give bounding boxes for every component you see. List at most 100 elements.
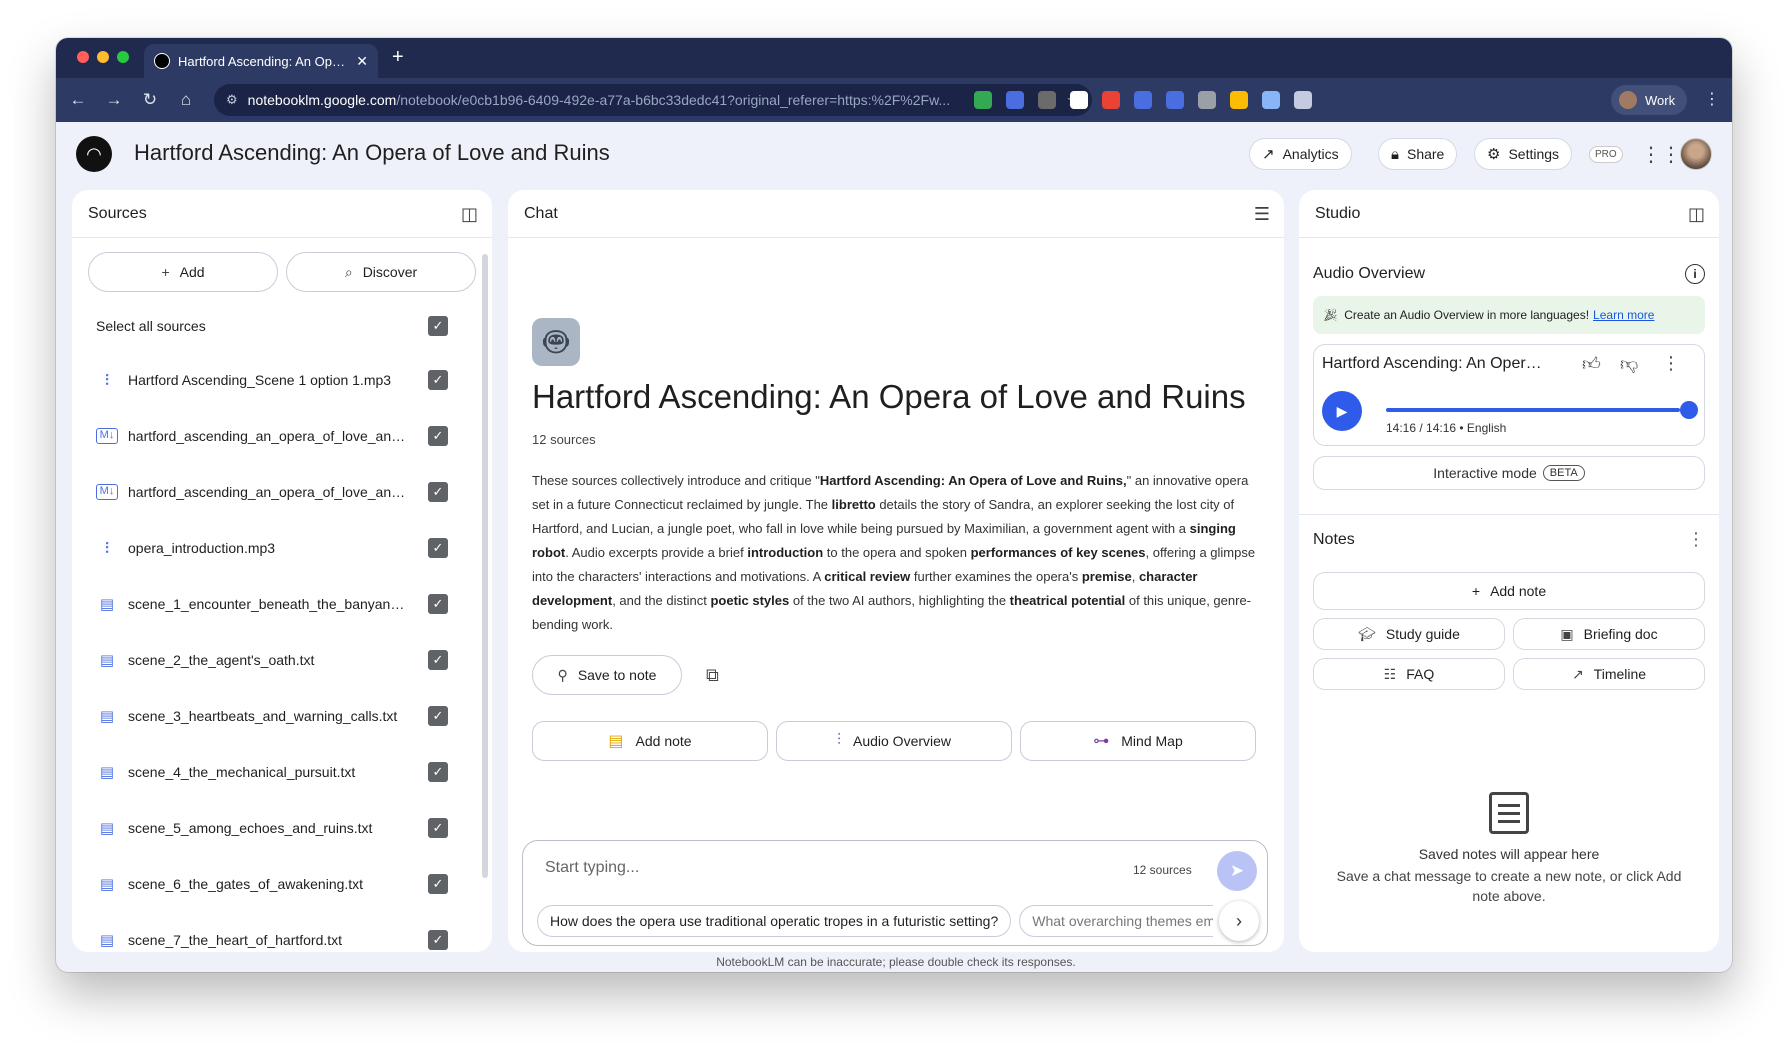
extension-icon[interactable] <box>1134 91 1152 109</box>
audio-icon: ⫶ <box>105 539 109 557</box>
share-button[interactable]: 🔒︎ Share <box>1378 138 1458 170</box>
browser-tab[interactable]: Hartford Ascending: An Opera of Love and… <box>144 44 378 78</box>
source-item[interactable]: ▤ scene_6_the_gates_of_awakening.txt ✓ <box>88 856 476 912</box>
thumbs-down-icon[interactable]: 👎︎ <box>1620 353 1638 375</box>
extension-icon[interactable] <box>1198 91 1216 109</box>
thumbs-up-icon[interactable]: 👍︎ <box>1582 353 1601 375</box>
summary-bold-text: performances of key scenes <box>970 545 1146 560</box>
tune-icon[interactable]: ☰ <box>1254 204 1270 225</box>
source-checkbox[interactable]: ✓ <box>428 874 448 894</box>
source-checkbox[interactable]: ✓ <box>428 538 448 558</box>
chat-input[interactable] <box>545 859 1065 877</box>
send-button[interactable]: ➤ <box>1217 851 1257 891</box>
browser-menu-icon[interactable]: ⋮ <box>1704 89 1720 109</box>
source-item[interactable]: ▤ scene_3_heartbeats_and_warning_calls.tx… <box>88 688 476 744</box>
extension-icon[interactable] <box>974 91 992 109</box>
more-vert-icon[interactable]: ⋮ <box>1687 529 1705 550</box>
reload-icon[interactable]: ↻ <box>132 90 168 110</box>
interactive-mode-button[interactable]: Interactive mode BETA <box>1313 456 1705 490</box>
source-checkbox[interactable]: ✓ <box>428 650 448 670</box>
user-avatar[interactable] <box>1680 138 1712 170</box>
source-checkbox[interactable]: ✓ <box>428 930 448 950</box>
extension-icon[interactable] <box>1102 91 1120 109</box>
copy-icon[interactable]: ⧉ <box>706 665 719 686</box>
notebooklm-logo-icon[interactable]: ◠ <box>76 136 112 172</box>
source-item[interactable]: M↓ hartford_ascending_an_opera_of_love_an… <box>88 464 476 520</box>
maximize-window-button[interactable] <box>117 51 129 63</box>
add-source-button[interactable]: + Add <box>88 252 278 292</box>
source-item[interactable]: ▤ scene_2_the_agent's_oath.txt ✓ <box>88 632 476 688</box>
extension-icon[interactable] <box>1038 91 1056 109</box>
studio-panel: Studio ◫ Audio Overview i 🎉︎ Create an A… <box>1299 190 1719 952</box>
select-all-checkbox[interactable]: ✓ <box>428 316 448 336</box>
notebook-title[interactable]: Hartford Ascending: An Opera of Love and… <box>134 140 610 166</box>
play-button[interactable]: ▶ <box>1322 391 1362 431</box>
extension-icon[interactable] <box>1230 91 1248 109</box>
source-checkbox[interactable]: ✓ <box>428 762 448 782</box>
source-item[interactable]: M↓ hartford_ascending_an_opera_of_love_an… <box>88 408 476 464</box>
timeline-label: Timeline <box>1593 666 1647 682</box>
summary-bold-text: libretto <box>831 497 876 512</box>
source-checkbox[interactable]: ✓ <box>428 482 448 502</box>
study-guide-button[interactable]: 🎓︎ Study guide <box>1313 618 1505 650</box>
extension-icon[interactable] <box>1262 91 1280 109</box>
new-tab-button[interactable]: + <box>392 46 404 69</box>
save-to-note-label: Save to note <box>577 667 657 683</box>
forward-icon[interactable]: → <box>96 90 132 110</box>
chevron-right-icon[interactable]: › <box>1219 901 1259 941</box>
profile-chip[interactable]: Work <box>1611 85 1687 115</box>
notes-section: Notes ⋮ + Add note 🎓︎ Study guide ▣ Brie… <box>1299 529 1719 690</box>
browser-window: Hartford Ascending: An Opera of Love and… <box>56 38 1732 972</box>
suggestion-chip[interactable]: What overarching themes emerge from the … <box>1019 905 1213 937</box>
minimize-window-button[interactable] <box>97 51 109 63</box>
progress-track[interactable] <box>1386 408 1680 412</box>
extension-icon[interactable] <box>1006 91 1024 109</box>
collapse-panel-icon[interactable]: ◫ <box>1688 204 1705 225</box>
source-item[interactable]: ▤ scene_4_the_mechanical_pursuit.txt ✓ <box>88 744 476 800</box>
source-checkbox[interactable]: ✓ <box>428 706 448 726</box>
source-checkbox[interactable]: ✓ <box>428 426 448 446</box>
languages-banner: 🎉︎ Create an Audio Overview in more lang… <box>1313 296 1705 334</box>
audio-overview-action-button[interactable]: ⫶ Audio Overview <box>776 721 1012 761</box>
source-item[interactable]: ⫶ Hartford Ascending_Scene 1 option 1.mp3… <box>88 352 476 408</box>
source-item[interactable]: ▤ scene_7_the_heart_of_hartford.txt ✓ <box>88 912 476 952</box>
party-popper-icon: 🎉︎ <box>1323 308 1339 322</box>
site-info-icon[interactable]: ⚙ <box>226 92 238 108</box>
select-all-row[interactable]: Select all sources ✓ <box>88 300 476 352</box>
source-item[interactable]: ▤ scene_5_among_echoes_and_ruins.txt ✓ <box>88 800 476 856</box>
source-item[interactable]: ⫶ opera_introduction.mp3 ✓ <box>88 520 476 576</box>
source-checkbox[interactable]: ✓ <box>428 818 448 838</box>
sources-scrollbar[interactable] <box>482 254 488 878</box>
briefing-doc-button[interactable]: ▣ Briefing doc <box>1513 618 1705 650</box>
settings-button[interactable]: ⚙ Settings <box>1474 138 1573 170</box>
suggestion-chip[interactable]: How does the opera use traditional opera… <box>537 905 1012 937</box>
learn-more-link[interactable]: Learn more <box>1593 308 1654 322</box>
back-icon[interactable]: ← <box>60 90 96 110</box>
progress-knob[interactable] <box>1680 401 1698 419</box>
faq-button[interactable]: ☷ FAQ <box>1313 658 1505 690</box>
tab-close-icon[interactable]: ✕ <box>356 53 368 70</box>
source-name: scene_2_the_agent's_oath.txt <box>128 652 315 668</box>
discover-button[interactable]: ⌕ Discover <box>286 252 476 292</box>
add-note-button[interactable]: + Add note <box>1313 572 1705 610</box>
add-note-action-button[interactable]: ▤ Add note <box>532 721 768 761</box>
more-vert-icon[interactable]: ⋮ <box>1662 353 1680 374</box>
analytics-button[interactable]: ↗ Analytics <box>1249 138 1352 170</box>
extension-icon[interactable] <box>1070 91 1088 109</box>
faq-label: FAQ <box>1406 666 1435 682</box>
mind-map-action-button[interactable]: ⊶ Mind Map <box>1020 721 1256 761</box>
address-bar[interactable]: ⚙ notebooklm.google.com /notebook/e0cb1b… <box>214 84 1092 116</box>
source-checkbox[interactable]: ✓ <box>428 594 448 614</box>
source-checkbox[interactable]: ✓ <box>428 370 448 390</box>
document-icon: ▤ <box>99 876 115 893</box>
close-window-button[interactable] <box>77 51 89 63</box>
robot-emoji-icon: 🤖︎ <box>532 318 580 366</box>
save-to-note-button[interactable]: ⚲ Save to note <box>532 655 682 695</box>
info-icon[interactable]: i <box>1685 264 1705 284</box>
home-icon[interactable]: ⌂ <box>168 90 204 110</box>
extension-icon[interactable] <box>1294 91 1312 109</box>
collapse-panel-icon[interactable]: ◫ <box>461 204 478 225</box>
timeline-button[interactable]: ↗ Timeline <box>1513 658 1705 690</box>
extension-icon[interactable] <box>1166 91 1184 109</box>
source-item[interactable]: ▤ scene_1_encounter_beneath_the_banyan_tr… <box>88 576 476 632</box>
